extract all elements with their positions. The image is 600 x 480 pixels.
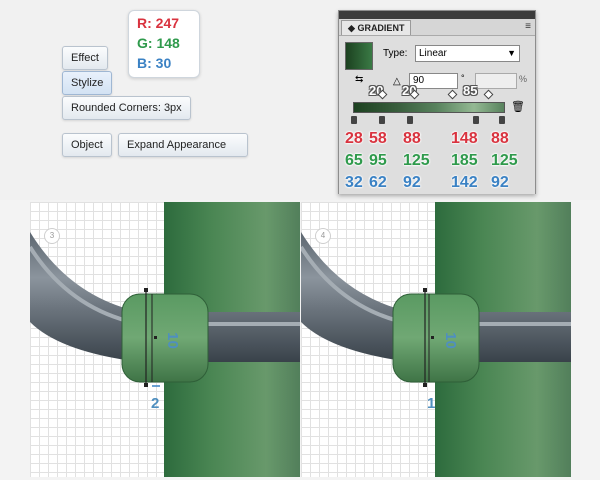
artboard-step-4: 4 10 1 [301, 202, 571, 477]
trash-icon[interactable]: 🗑 [511, 100, 525, 113]
gradient-stop[interactable] [379, 116, 385, 124]
midpoint-diamond[interactable] [483, 89, 494, 100]
artboard-step-3: 3 10 2 [30, 202, 300, 477]
pipe-illustration [301, 232, 571, 387]
stop3-b: 92 [403, 174, 421, 191]
panel-collapse-icon[interactable]: ◆ [348, 23, 355, 33]
gradient-stop[interactable] [351, 116, 357, 124]
stop2-r: 58 [369, 130, 387, 147]
gradient-panel: ◆ GRADIENT ≡ Type: Linear ▼ ⇆ △ 90 ° % 2… [338, 10, 536, 194]
instruction-area: Effect Stylize Rounded Corners: 3px Obje… [0, 0, 600, 200]
gradient-stop[interactable] [499, 116, 505, 124]
vertical-measure-label: 10 [163, 332, 181, 349]
stop4-b: 142 [451, 174, 478, 191]
stop5-b: 92 [491, 174, 509, 191]
stop4-g: 185 [451, 152, 478, 169]
type-select-value: Linear [419, 48, 447, 59]
step-badge: 3 [44, 228, 60, 244]
stop1-r: 28 [345, 130, 363, 147]
step-badge: 4 [315, 228, 331, 244]
horizontal-measure-label: 1 [427, 395, 436, 412]
stop1-b: 32 [345, 174, 363, 191]
stop2-g: 95 [369, 152, 387, 169]
gradient-slider[interactable] [353, 102, 505, 113]
stop3-r: 88 [403, 130, 421, 147]
panel-menu-icon[interactable]: ≡ [525, 21, 531, 32]
pipe-coupling [392, 293, 480, 383]
rgb-green-value: G: 148 [137, 35, 180, 51]
object-menu-button[interactable]: Object [62, 133, 112, 157]
stylize-menu-button[interactable]: Stylize [62, 71, 113, 95]
location-input[interactable] [475, 73, 517, 89]
panel-title-bar[interactable] [339, 11, 535, 19]
stop5-r: 88 [491, 130, 509, 147]
horizontal-measure-label: 2 [151, 395, 160, 412]
midpoint-diamond[interactable] [447, 89, 458, 100]
expand-appearance-menu-item[interactable]: Expand Appearance [118, 133, 248, 157]
type-select[interactable]: Linear ▼ [415, 45, 520, 62]
angle-icon: △ [393, 76, 401, 87]
stop3-g: 125 [403, 152, 430, 169]
rounded-corners-menu-item[interactable]: Rounded Corners: 3px [62, 96, 191, 120]
vertical-measure-label: 10 [441, 332, 459, 349]
percent-label: % [519, 74, 528, 84]
stop1-g: 65 [345, 152, 363, 169]
gradient-tab-label: GRADIENT [357, 23, 405, 33]
stop2-b: 62 [369, 174, 387, 191]
effect-menu-button[interactable]: Effect [62, 46, 108, 70]
reverse-gradient-icon[interactable]: ⇆ [355, 74, 363, 85]
gradient-stop[interactable] [473, 116, 479, 124]
gradient-tab[interactable]: ◆ GRADIENT [341, 20, 412, 36]
location-label: ° [461, 73, 465, 83]
stop4-r: 148 [451, 130, 478, 147]
gradient-stop[interactable] [407, 116, 413, 124]
rgb-blue-value: B: 30 [137, 55, 172, 71]
rgb-color-box: R: 247 G: 148 B: 30 [128, 10, 200, 78]
gradient-swatch[interactable] [345, 42, 373, 70]
type-label: Type: [383, 48, 408, 59]
midpoint-label-3: 85 [463, 83, 478, 98]
rgb-red-value: R: 247 [137, 15, 180, 31]
chevron-down-icon: ▼ [507, 48, 516, 58]
stop5-g: 125 [491, 152, 518, 169]
gradient-panel-body: Type: Linear ▼ ⇆ △ 90 ° % 20 20 85 🗑 28 … [339, 35, 535, 194]
